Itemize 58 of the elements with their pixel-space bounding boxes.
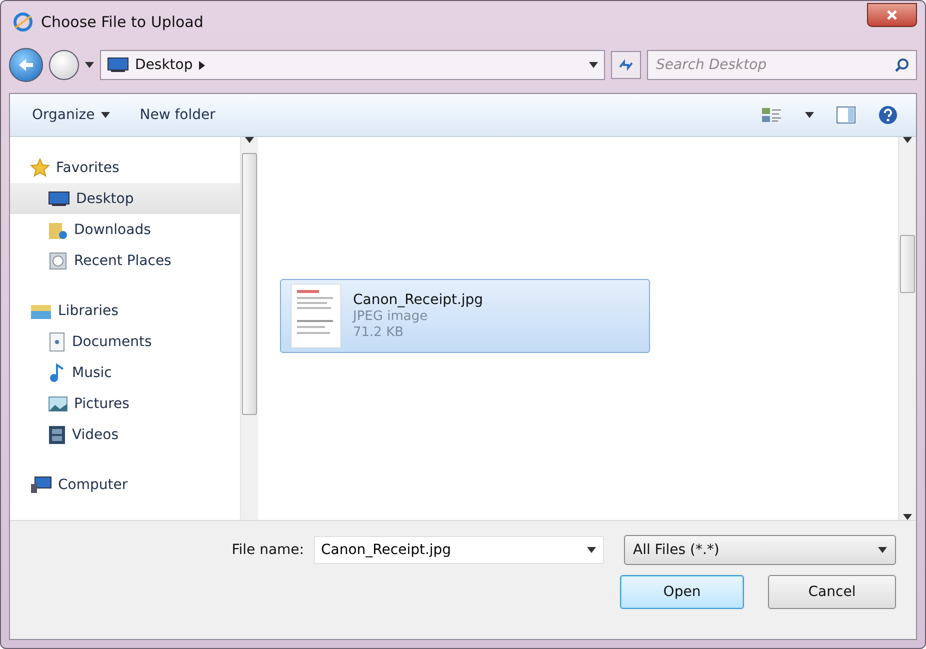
monitor-icon [107,57,129,73]
scrollbar-thumb[interactable] [900,235,915,293]
caret-icon [587,547,596,553]
scrollbar[interactable] [240,137,258,520]
dialog-button[interactable]: Cancel [768,575,896,609]
back-arrow-icon [17,57,35,73]
help-icon[interactable] [878,105,898,125]
nav-item[interactable]: Desktop [10,183,240,214]
breadcrumb[interactable]: Desktop [135,57,193,73]
window-title: Choose File to Upload [41,13,204,31]
nav-group[interactable]: Libraries [10,296,240,326]
chevron-icon[interactable] [198,60,205,70]
clock-folder-icon [48,250,68,270]
nav-item[interactable]: Music [10,357,240,388]
nav-item[interactable]: Recent Places [10,245,240,276]
image-icon [48,394,68,412]
star-icon [30,158,50,178]
nav-item[interactable]: Downloads [10,214,240,245]
file-size: 71.2 KB [353,325,405,340]
library-folder-icon [30,302,52,320]
nav-item[interactable]: Videos [10,419,240,450]
file-name-field[interactable]: Canon_Receipt.jpg [314,536,604,564]
nav-group[interactable]: Favorites [10,153,240,183]
scrollbar[interactable] [898,137,916,520]
nav-group[interactable]: Computer [10,470,240,500]
browser-logo-icon [13,12,33,32]
scrollbar-thumb[interactable] [242,153,257,415]
document-icon [48,332,66,352]
film-icon [48,424,66,444]
refresh-button[interactable] [611,51,641,79]
caret-icon [805,112,814,118]
close-button[interactable] [867,3,917,27]
dialog-button[interactable]: Open [620,575,744,609]
file-type: JPEG image [353,309,429,324]
computer-icon [30,476,52,494]
view-options-icon[interactable] [761,106,783,124]
close-icon [886,9,898,21]
file-name: Canon_Receipt.jpg [353,292,484,308]
nav-item[interactable]: Pictures [10,388,240,419]
search-field[interactable]: Search Desktop [647,50,917,80]
dropdown-caret-icon [589,62,598,68]
music-note-icon [48,362,66,382]
toolbar-button[interactable]: Organize [28,103,114,127]
nav-item[interactable]: Documents [10,326,240,357]
preview-pane-icon[interactable] [836,106,856,124]
forward-button[interactable] [49,50,79,80]
caret-icon [878,547,887,553]
toolbar-button[interactable]: New folder [136,103,220,127]
monitor-icon [48,190,70,206]
search-icon[interactable] [895,58,909,72]
caret-icon [100,112,110,118]
address-bar[interactable]: Desktop [100,50,605,80]
back-button[interactable] [9,48,43,82]
file-item[interactable]: Canon_Receipt.jpg JPEG image 71.2 KB [280,279,650,353]
refresh-icon [618,59,634,71]
history-caret-icon [85,62,94,68]
file-name-label: File name: [232,542,304,558]
file-type-dropdown[interactable]: All Files (*.*) [624,535,896,565]
